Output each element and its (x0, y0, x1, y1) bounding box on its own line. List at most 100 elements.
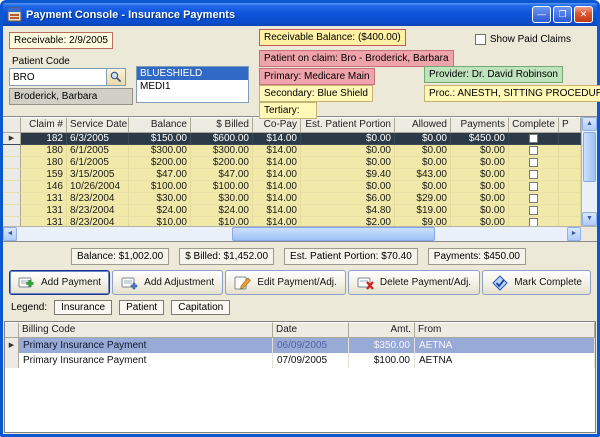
column-header[interactable]: Claim # (21, 117, 67, 133)
billed-cell: $200.00 (191, 157, 253, 169)
claims-grid-area: Claim # Service Date Balance $ Billed Co… (3, 116, 597, 242)
claim-row[interactable]: 1318/23/2004$30.00$30.00$14.00$6.00$29.0… (3, 193, 581, 205)
column-header[interactable]: Amt. (349, 322, 415, 338)
claim-row[interactable]: 1318/23/2004$24.00$24.00$14.00$4.80$19.0… (3, 205, 581, 217)
claim-number-cell: 182 (21, 133, 67, 145)
column-header[interactable]: Complete (509, 117, 559, 133)
allowed-cell: $0.00 (395, 133, 451, 145)
legend-label: Legend: (11, 302, 47, 313)
close-button[interactable]: ✕ (574, 6, 593, 23)
column-header[interactable]: P (559, 117, 581, 133)
edit-payment-button[interactable]: Edit Payment/Adj. (225, 270, 345, 295)
column-header[interactable]: From (415, 322, 595, 338)
add-adjustment-icon (121, 275, 139, 291)
column-header[interactable]: Payments (451, 117, 509, 133)
complete-checkbox[interactable] (529, 218, 538, 226)
show-paid-claims[interactable]: Show Paid Claims (475, 34, 571, 45)
vertical-scroll-track[interactable] (582, 131, 597, 212)
scroll-left-button[interactable]: ◄ (3, 227, 17, 241)
insurance-item[interactable]: BLUESHIELD (137, 67, 248, 80)
vertical-scroll-thumb[interactable] (583, 132, 596, 182)
payment-row[interactable]: ▶Primary Insurance Payment06/09/2005$350… (5, 338, 595, 353)
patient-code-input[interactable] (9, 68, 107, 86)
claim-row[interactable]: 1806/1/2005$200.00$200.00$14.00$0.00$0.0… (3, 157, 581, 169)
row-selector[interactable] (3, 217, 21, 226)
claim-row[interactable]: 1318/23/2004$10.00$10.00$14.00$2.00$9.00… (3, 217, 581, 226)
delete-payment-button[interactable]: Delete Payment/Adj. (348, 270, 480, 295)
add-payment-icon (18, 275, 36, 291)
claim-row[interactable]: 14610/26/2004$100.00$100.00$14.00$0.00$0… (3, 181, 581, 193)
complete-checkbox[interactable] (529, 170, 538, 179)
column-header[interactable]: Balance (129, 117, 191, 133)
column-header[interactable]: Co-Pay (253, 117, 301, 133)
allowed-cell: $0.00 (395, 145, 451, 157)
add-adjustment-button[interactable]: Add Adjustment (112, 270, 223, 295)
minimize-button[interactable]: — (532, 6, 551, 23)
scroll-down-button[interactable]: ▼ (582, 212, 597, 226)
allowed-cell: $0.00 (395, 157, 451, 169)
service-date-cell: 6/1/2005 (67, 145, 129, 157)
column-header[interactable]: Billing Code (19, 322, 273, 338)
row-selector[interactable] (3, 169, 21, 181)
mark-complete-button[interactable]: Mark Complete (482, 270, 591, 295)
column-header[interactable]: Est. Patient Portion (301, 117, 395, 133)
payment-row[interactable]: Primary Insurance Payment07/09/2005$100.… (5, 353, 595, 368)
row-selector[interactable] (5, 353, 19, 368)
row-selector[interactable]: ▶ (5, 338, 19, 353)
title-bar[interactable]: Payment Console - Insurance Payments — ❐… (3, 3, 597, 26)
row-selector[interactable] (3, 205, 21, 217)
claims-rows: ▶1826/3/2005$150.00$600.00$14.00$0.00$0.… (3, 133, 581, 226)
insurance-listbox[interactable]: BLUESHIELD MEDI1 (136, 66, 249, 103)
selector-column-header (5, 322, 19, 338)
show-paid-claims-checkbox[interactable] (475, 34, 486, 45)
claim-number-cell: 180 (21, 145, 67, 157)
complete-checkbox[interactable] (529, 182, 538, 191)
row-selector[interactable] (3, 181, 21, 193)
add-payment-button[interactable]: Add Payment (9, 270, 110, 295)
complete-checkbox[interactable] (529, 146, 538, 155)
column-header[interactable]: Service Date (67, 117, 129, 133)
extra-cell (559, 169, 581, 181)
patient-search-button[interactable] (107, 68, 126, 86)
scroll-right-button[interactable]: ► (567, 227, 581, 241)
complete-checkbox[interactable] (529, 134, 538, 143)
column-header[interactable]: Allowed (395, 117, 451, 133)
balance-cell: $100.00 (129, 181, 191, 193)
est-patient-portion-cell: $0.00 (301, 181, 395, 193)
row-selector[interactable]: ▶ (3, 133, 21, 145)
payments-grid[interactable]: Billing Code Date Amt. From ▶Primary Ins… (4, 321, 596, 433)
complete-checkbox[interactable] (529, 194, 538, 203)
est-patient-portion-cell: $0.00 (301, 133, 395, 145)
from-cell: AETNA (415, 338, 595, 353)
maximize-button[interactable]: ❐ (553, 6, 572, 23)
claim-row[interactable]: 1806/1/2005$300.00$300.00$14.00$0.00$0.0… (3, 145, 581, 157)
horizontal-scroll-track[interactable] (17, 227, 567, 241)
service-date-cell: 6/1/2005 (67, 157, 129, 169)
row-selector[interactable] (3, 145, 21, 157)
copay-cell: $14.00 (253, 157, 301, 169)
insurance-item[interactable]: MEDI1 (137, 80, 248, 93)
claims-grid[interactable]: Claim # Service Date Balance $ Billed Co… (3, 117, 581, 226)
claim-row[interactable]: 1593/15/2005$47.00$47.00$14.00$9.40$43.0… (3, 169, 581, 181)
complete-checkbox[interactable] (529, 206, 538, 215)
claim-row[interactable]: ▶1826/3/2005$150.00$600.00$14.00$0.00$0.… (3, 133, 581, 145)
patient-code-label: Patient Code (12, 56, 70, 67)
scrollbar-corner (581, 227, 597, 241)
est-patient-portion-cell: $4.80 (301, 205, 395, 217)
row-selector[interactable] (3, 193, 21, 205)
row-selector[interactable] (3, 157, 21, 169)
scroll-up-button[interactable]: ▲ (582, 117, 597, 131)
complete-cell (509, 181, 559, 193)
column-header[interactable]: Date (273, 322, 349, 338)
extra-cell (559, 145, 581, 157)
complete-checkbox[interactable] (529, 158, 538, 167)
payments-cell: $0.00 (451, 169, 509, 181)
payments-cell: $0.00 (451, 157, 509, 169)
vertical-scrollbar[interactable]: ▲ ▼ (581, 117, 597, 226)
column-header[interactable]: $ Billed (191, 117, 253, 133)
billing-code-cell: Primary Insurance Payment (19, 353, 273, 368)
balance-cell: $30.00 (129, 193, 191, 205)
copay-cell: $14.00 (253, 181, 301, 193)
horizontal-scrollbar[interactable]: ◄ ► (3, 226, 597, 241)
horizontal-scroll-thumb[interactable] (232, 227, 436, 241)
